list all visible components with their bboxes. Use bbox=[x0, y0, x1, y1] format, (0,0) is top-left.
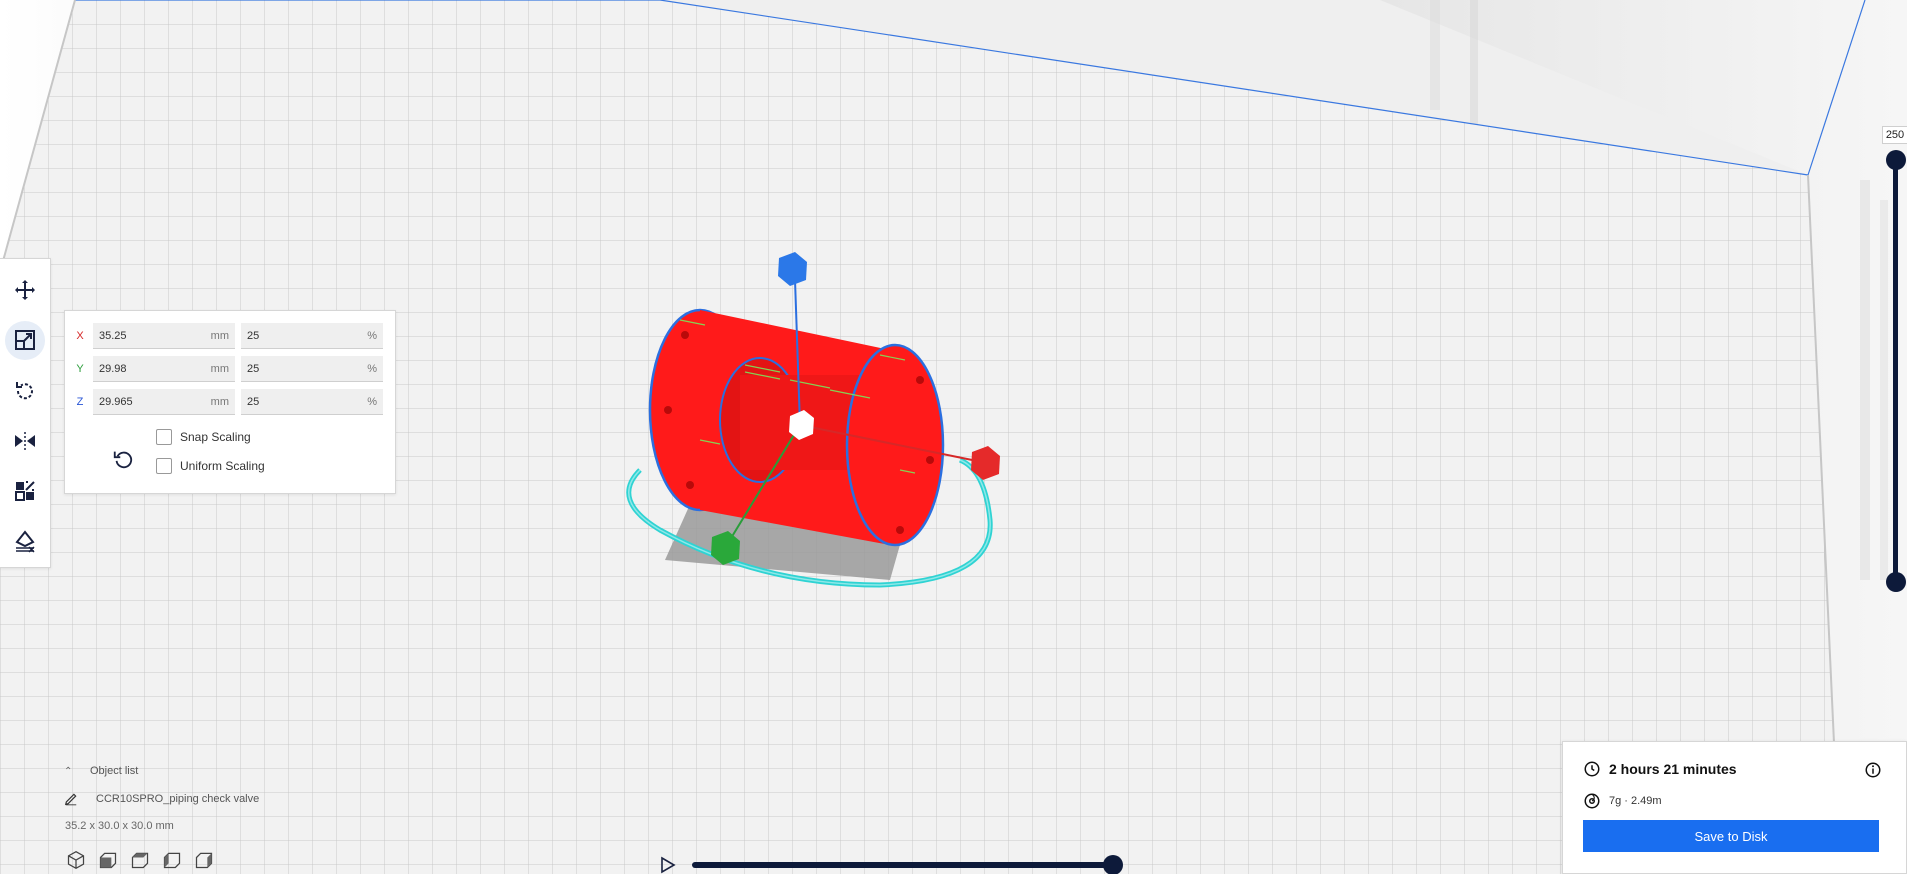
top-view-icon bbox=[131, 852, 149, 869]
play-icon bbox=[661, 856, 676, 874]
print-time: 2 hours 21 minutes bbox=[1609, 761, 1737, 777]
object-list-panel: ⌃ Object list CCR10SPRO_piping check val… bbox=[64, 760, 384, 874]
3d-view-button[interactable] bbox=[64, 849, 88, 871]
scale-icon bbox=[15, 330, 35, 351]
chevron-up-icon: ⌃ bbox=[64, 765, 73, 777]
scale-y-mm-input[interactable]: 29.98 mm bbox=[93, 356, 235, 382]
object-dimensions: 35.2 x 30.0 x 30.0 mm bbox=[65, 820, 174, 832]
layer-max-value[interactable]: 250 bbox=[1882, 126, 1907, 144]
clock-icon bbox=[1584, 761, 1600, 777]
front-view-button[interactable] bbox=[96, 849, 120, 871]
simulation-slider-track[interactable] bbox=[692, 862, 1112, 868]
front-view-icon bbox=[99, 852, 117, 869]
print-info-panel: 2 hours 21 minutes 7g · 2.49m Save to Di… bbox=[1562, 741, 1907, 874]
play-simulation-button[interactable] bbox=[660, 856, 676, 874]
support-blocker-icon bbox=[15, 530, 35, 553]
snap-scaling-label: Snap Scaling bbox=[180, 430, 251, 444]
spool-icon bbox=[1584, 793, 1600, 809]
object-list-toggle[interactable]: ⌃ Object list bbox=[64, 765, 138, 777]
camera-view-buttons bbox=[64, 849, 216, 871]
move-tool-button[interactable] bbox=[5, 271, 45, 309]
material-usage: 7g · 2.49m bbox=[1609, 795, 1662, 807]
move-icon bbox=[15, 280, 35, 301]
left-view-icon bbox=[163, 852, 181, 869]
tool-toolbar bbox=[0, 258, 51, 568]
reset-scale-button[interactable] bbox=[103, 439, 143, 479]
scale-row-y: Y 29.98 mm 25 % bbox=[73, 356, 383, 382]
uniform-scaling-label: Uniform Scaling bbox=[180, 459, 265, 473]
mirror-icon bbox=[15, 432, 35, 451]
right-view-icon bbox=[195, 852, 213, 869]
reset-icon bbox=[113, 451, 133, 469]
scale-x-mm-input[interactable]: 35.25 mm bbox=[93, 323, 235, 349]
save-to-disk-button[interactable]: Save to Disk bbox=[1583, 820, 1879, 852]
scale-tool-button[interactable] bbox=[5, 321, 45, 360]
scale-panel: X 35.25 mm 25 % Y 29.98 mm 25 % Z 29.965… bbox=[64, 310, 396, 494]
pencil-icon bbox=[64, 793, 77, 806]
scale-row-z: Z 29.965 mm 25 % bbox=[73, 389, 383, 415]
scale-z-mm-input[interactable]: 29.965 mm bbox=[93, 389, 235, 415]
axis-y-label: Y bbox=[76, 363, 84, 375]
scale-x-percent-input[interactable]: 25 % bbox=[241, 323, 383, 349]
simulation-slider-handle[interactable] bbox=[1103, 855, 1123, 874]
uniform-scaling-option[interactable]: Uniform Scaling bbox=[156, 458, 265, 474]
object-list-item[interactable]: CCR10SPRO_piping check valve bbox=[64, 792, 259, 806]
scale-y-percent-input[interactable]: 25 % bbox=[241, 356, 383, 382]
material-usage-row: 7g · 2.49m bbox=[1583, 792, 1662, 810]
right-view-button[interactable] bbox=[192, 849, 216, 871]
axis-x-label: X bbox=[76, 330, 84, 342]
object-list-label: Object list bbox=[90, 765, 139, 777]
print-time-row: 2 hours 21 minutes bbox=[1583, 760, 1737, 778]
mirror-tool-button[interactable] bbox=[5, 422, 45, 460]
layer-slider-bottom-handle[interactable] bbox=[1886, 572, 1906, 592]
3d-view-icon bbox=[67, 850, 85, 870]
top-view-button[interactable] bbox=[128, 849, 152, 871]
rotate-icon bbox=[16, 381, 33, 400]
object-name: CCR10SPRO_piping check valve bbox=[96, 793, 260, 805]
uniform-scaling-checkbox[interactable] bbox=[156, 458, 172, 474]
snap-scaling-option[interactable]: Snap Scaling bbox=[156, 429, 251, 445]
per-model-settings-icon bbox=[15, 481, 35, 502]
left-view-button[interactable] bbox=[160, 849, 184, 871]
support-blocker-tool-button[interactable] bbox=[5, 523, 45, 561]
layer-slider-top-handle[interactable] bbox=[1886, 150, 1906, 170]
layer-slider-track[interactable] bbox=[1893, 160, 1898, 582]
rotate-tool-button[interactable] bbox=[5, 372, 45, 410]
axis-z-label: Z bbox=[76, 396, 84, 408]
scale-row-x: X 35.25 mm 25 % bbox=[73, 323, 383, 349]
scale-z-percent-input[interactable]: 25 % bbox=[241, 389, 383, 415]
snap-scaling-checkbox[interactable] bbox=[156, 429, 172, 445]
info-icon[interactable] bbox=[1864, 761, 1882, 779]
per-model-settings-tool-button[interactable] bbox=[5, 472, 45, 510]
